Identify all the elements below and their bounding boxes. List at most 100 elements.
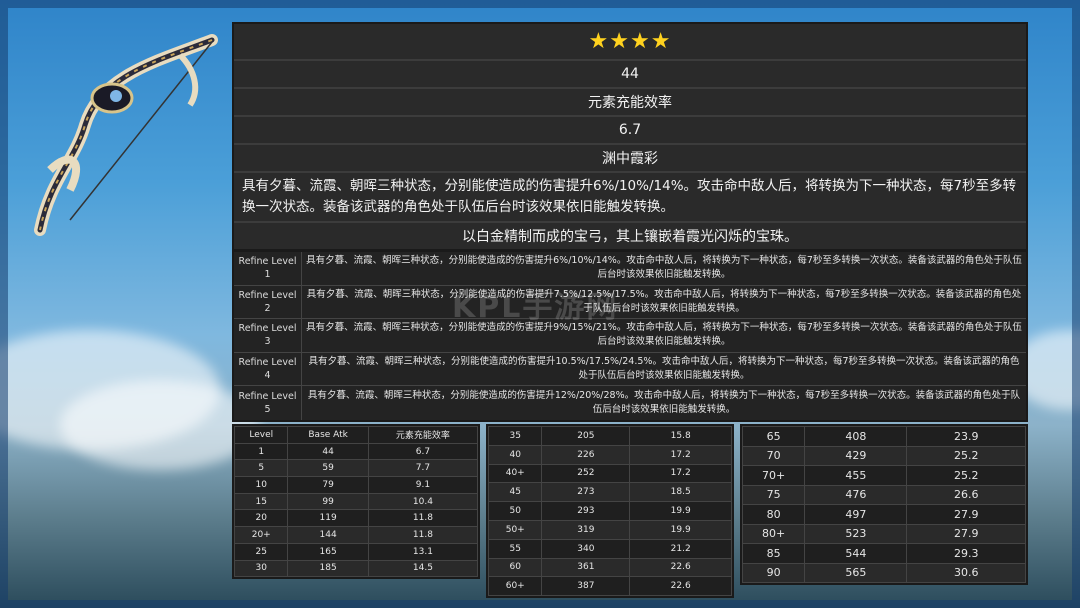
base-atk-cell: 44 xyxy=(287,442,369,461)
table-row: 20+ 144 11.8 xyxy=(233,526,479,544)
base-atk-cell: 544 xyxy=(804,543,908,564)
watermark-text: KPL手游网 xyxy=(452,290,619,325)
table-row: 45 273 18.5 xyxy=(487,482,732,503)
table-row: 50 293 19.9 xyxy=(487,501,732,521)
table-row: 50+ 319 19.9 xyxy=(487,519,732,540)
level-cell: 10 xyxy=(233,476,289,494)
level-cell: 40 xyxy=(487,444,543,465)
table-row: 80+ 523 27.9 xyxy=(741,523,1026,544)
stat-table-2: 35 205 15.8 40 226 17.2 40+ 252 17.2 45 273 18.5 50 2… xyxy=(486,424,734,599)
substat-cell: 6.7 xyxy=(367,442,479,461)
stat-table-1: Level Base Atk 元素充能效率 1 44 6.7 5 59 7.7 10 79 9.… xyxy=(232,424,480,580)
table-row: 65 408 23.9 xyxy=(741,426,1026,447)
table-row: 25 165 13.1 xyxy=(233,542,479,561)
base-atk-cell: 185 xyxy=(287,559,369,578)
table-row: 80 497 27.9 xyxy=(741,504,1026,525)
substat-cell: 23.9 xyxy=(906,426,1026,447)
table-row: 85 544 29.3 xyxy=(741,543,1026,564)
refinement-table: Refine Level 1 具有夕暮、流霞、朝晖三种状态，分别能使造成的伤害提… xyxy=(232,250,1028,422)
table-row: 90 565 30.6 xyxy=(741,562,1026,583)
table-row: 60 361 22.6 xyxy=(487,557,732,578)
base-atk-cell: 293 xyxy=(541,501,631,521)
weapon-info-panel: ★★★★ 44 元素充能效率 6.7 渊中霞彩 具有夕暮、流霞、朝晖三种状态，分… xyxy=(232,22,1028,251)
base-atk-cell: 119 xyxy=(287,509,369,528)
table-row: 35 205 15.8 xyxy=(487,426,732,446)
base-atk-cell: 252 xyxy=(541,463,631,484)
base-atk-cell: 79 xyxy=(287,476,369,494)
refine-level-text: 具有夕暮、流霞、朝晖三种状态，分别能使造成的伤害提升12%/20%/28%。攻击… xyxy=(307,390,1021,416)
level-cell: 85 xyxy=(741,543,806,564)
base-atk-cell: 387 xyxy=(541,576,631,597)
substat-cell: 17.2 xyxy=(629,444,732,465)
table-row: 20 119 11.8 xyxy=(233,509,479,528)
level-cell: 60 xyxy=(487,557,543,578)
table-row: 10 79 9.1 xyxy=(233,476,479,494)
table-row: 55 340 21.2 xyxy=(487,538,732,559)
substat-cell: 18.5 xyxy=(629,482,732,503)
substat-cell: 26.6 xyxy=(906,484,1026,505)
level-cell: 25 xyxy=(233,542,289,561)
level-cell: 30 xyxy=(233,559,289,578)
table-row: 40+ 252 17.2 xyxy=(487,463,732,484)
refinement-row: Refine Level 5 具有夕暮、流霞、朝晖三种状态，分别能使造成的伤害提… xyxy=(234,386,1026,420)
base-atk-cell: 476 xyxy=(804,484,908,505)
substat-cell: 22.6 xyxy=(629,557,732,578)
substat-cell: 7.7 xyxy=(367,459,479,478)
level-cell: 50+ xyxy=(487,519,543,540)
level-cell: 20+ xyxy=(233,526,289,544)
refine-level-label: Refine Level 2 xyxy=(234,285,302,319)
base-atk-cell: 429 xyxy=(804,445,908,466)
substat-cell: 19.9 xyxy=(629,519,732,540)
substat-cell: 29.3 xyxy=(906,543,1026,564)
substat-cell: 14.5 xyxy=(367,559,479,578)
base-atk-value: 44 xyxy=(234,61,1026,89)
passive-description: 具有夕暮、流霞、朝晖三种状态，分别能使造成的伤害提升6%/10%/14%。攻击命… xyxy=(234,173,1026,223)
base-atk-cell: 455 xyxy=(804,465,908,486)
substat-cell: 25.2 xyxy=(906,465,1026,486)
level-cell: 50 xyxy=(487,501,543,521)
substat-value: 6.7 xyxy=(234,117,1026,145)
substat-cell: 13.1 xyxy=(367,542,479,561)
substat-cell: 22.6 xyxy=(629,576,732,597)
substat-cell: 27.9 xyxy=(906,523,1026,544)
level-cell: 70+ xyxy=(741,465,806,486)
base-atk-cell: 361 xyxy=(541,557,631,578)
refine-level-text: 具有夕暮、流霞、朝晖三种状态，分别能使造成的伤害提升9%/15%/21%。攻击命… xyxy=(306,322,1022,348)
base-atk-cell: 144 xyxy=(287,526,369,544)
substat-cell: 9.1 xyxy=(367,476,479,494)
base-atk-cell: 205 xyxy=(541,426,631,446)
level-cell: 80 xyxy=(741,504,806,525)
refinement-row: Refine Level 3 具有夕暮、流霞、朝晖三种状态，分别能使造成的伤害提… xyxy=(234,319,1026,353)
refine-level-text: 具有夕暮、流霞、朝晖三种状态，分别能使造成的伤害提升7.5%/12.5%/17.… xyxy=(306,288,1022,314)
table-row: 40 226 17.2 xyxy=(487,444,732,465)
base-atk-cell: 59 xyxy=(287,459,369,478)
table-row: 70+ 455 25.2 xyxy=(741,465,1026,486)
base-atk-cell: 226 xyxy=(541,444,631,465)
substat-cell: 21.2 xyxy=(629,538,732,559)
background-cloud xyxy=(60,380,260,470)
substat-cell: 19.9 xyxy=(629,501,732,521)
table-row: 75 476 26.6 xyxy=(741,484,1026,505)
base-atk-cell: 340 xyxy=(541,538,631,559)
flavor-text: 以白金精制而成的宝弓，其上镶嵌着霞光闪烁的宝珠。 xyxy=(234,223,1026,249)
refine-level-label: Refine Level 4 xyxy=(234,352,302,386)
base-atk-cell: 99 xyxy=(287,492,369,511)
level-cell: 90 xyxy=(741,562,806,583)
refinement-row: Refine Level 1 具有夕暮、流霞、朝晖三种状态，分别能使造成的伤害提… xyxy=(234,252,1026,286)
header-base-atk: Base Atk xyxy=(287,426,369,444)
level-cell: 40+ xyxy=(487,463,543,484)
refinement-row: Refine Level 4 具有夕暮、流霞、朝晖三种状态，分别能使造成的伤害提… xyxy=(234,352,1026,387)
substat-cell: 10.4 xyxy=(367,492,479,511)
table-row: 30 185 14.5 xyxy=(233,559,479,578)
refine-level-label: Refine Level 3 xyxy=(234,319,302,352)
table-row: 5 59 7.7 xyxy=(233,459,479,478)
base-atk-cell: 408 xyxy=(804,426,908,447)
level-cell: 55 xyxy=(487,538,543,559)
substat-cell: 15.8 xyxy=(629,426,732,446)
level-cell: 65 xyxy=(741,426,806,447)
substat-cell: 11.8 xyxy=(367,509,479,528)
level-cell: 35 xyxy=(487,426,543,446)
base-atk-cell: 319 xyxy=(541,519,631,540)
substat-cell: 17.2 xyxy=(629,463,732,484)
level-cell: 45 xyxy=(487,482,543,503)
